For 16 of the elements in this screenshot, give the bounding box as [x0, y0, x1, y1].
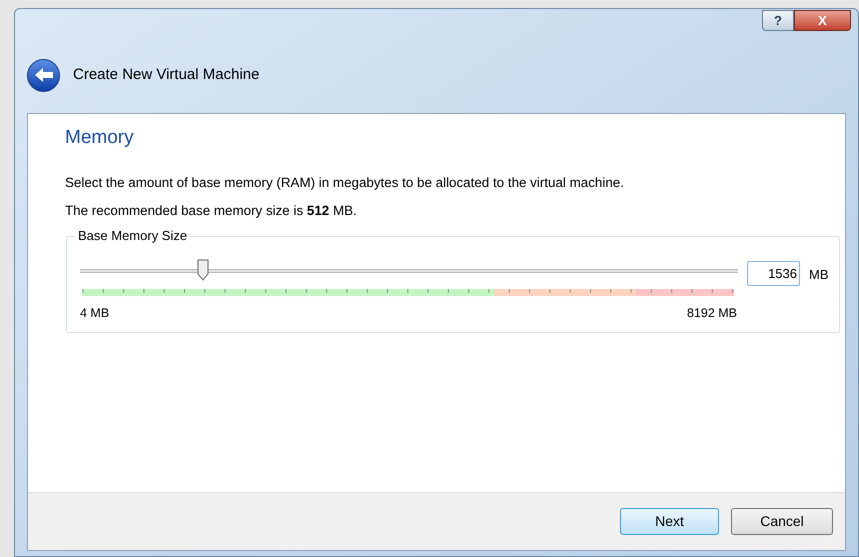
left-arrow-icon [34, 67, 54, 83]
unit-label: MB [809, 266, 828, 284]
slider-track[interactable] [80, 258, 738, 283]
back-button[interactable] [27, 58, 60, 92]
description-text: Select the amount of base memory (RAM) in megabytes to be allocated to the virtual machine. [65, 174, 625, 192]
max-label: 8192 MB [686, 304, 737, 322]
recommendation-text: The recommended base memory size is 512 MB. [65, 202, 358, 220]
page-heading: Memory [65, 126, 135, 150]
slider-thumb[interactable] [197, 258, 210, 281]
window-title: Create New Virtual Machine [73, 64, 260, 85]
cancel-button[interactable]: Cancel [731, 508, 833, 535]
group-label: Base Memory Size [75, 228, 190, 244]
next-button[interactable]: Next [620, 508, 719, 535]
help-button[interactable]: ? [762, 10, 794, 31]
memory-input-field[interactable]: 1536 [747, 260, 800, 286]
min-label: 4 MB [80, 304, 110, 322]
